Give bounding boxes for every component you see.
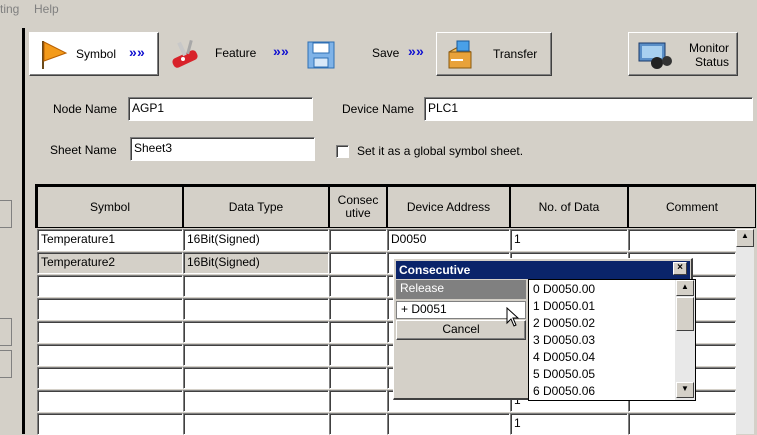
bit-address-item[interactable]: 4 D0050.04 bbox=[529, 349, 675, 366]
header-symbol[interactable]: Symbol bbox=[37, 186, 183, 228]
cell-consecutive[interactable] bbox=[329, 298, 387, 320]
cell-symbol[interactable] bbox=[37, 413, 183, 435]
monitor-label-line1: Monitor bbox=[688, 41, 729, 55]
cell-data-type[interactable] bbox=[183, 413, 329, 435]
next-arrow-icon: » bbox=[129, 44, 137, 60]
cell-symbol[interactable] bbox=[37, 275, 183, 297]
next-arrow-icon: » bbox=[416, 43, 424, 59]
bit-address-item[interactable]: 5 D0050.05 bbox=[529, 366, 675, 383]
cell-consecutive[interactable] bbox=[329, 275, 387, 297]
sheet-name-label: Sheet Name bbox=[50, 143, 117, 157]
cell-consecutive[interactable] bbox=[329, 413, 387, 435]
cell-data-type[interactable]: 16Bit(Signed) bbox=[183, 229, 329, 251]
node-name-label: Node Name bbox=[53, 102, 118, 116]
menu-setting[interactable]: ting bbox=[0, 2, 19, 16]
close-icon[interactable]: × bbox=[673, 262, 687, 275]
header-consecutive[interactable]: Consec utive bbox=[329, 186, 387, 228]
sheet-name-field[interactable]: Sheet3 bbox=[130, 137, 315, 161]
header-comment[interactable]: Comment bbox=[628, 186, 756, 228]
cell-device-address[interactable]: D0050 bbox=[387, 229, 510, 251]
cell-comment[interactable] bbox=[628, 229, 736, 251]
next-arrow-icon: » bbox=[137, 44, 145, 60]
binoculars-monitor-icon bbox=[638, 42, 672, 69]
cell-symbol[interactable] bbox=[37, 390, 183, 412]
left-edge-tab bbox=[0, 350, 12, 378]
scroll-up-icon[interactable]: ▲ bbox=[736, 229, 754, 247]
bit-address-item[interactable]: 6 D0050.06 bbox=[529, 383, 675, 400]
device-name-label: Device Name bbox=[342, 102, 415, 116]
cell-consecutive[interactable] bbox=[329, 344, 387, 366]
left-edge-tab bbox=[0, 200, 12, 228]
header-consecutive-line2: utive bbox=[345, 206, 371, 220]
cell-consecutive[interactable] bbox=[329, 367, 387, 389]
global-symbol-sheet-label: Set it as a global symbol sheet. bbox=[357, 144, 524, 158]
release-menu-item[interactable]: Release bbox=[396, 280, 526, 299]
bit-address-list[interactable]: 0 D0050.00 1 D0050.01 2 D0050.02 3 D0050.03… bbox=[528, 279, 696, 401]
cell-data-type[interactable] bbox=[183, 344, 329, 366]
cell-symbol[interactable] bbox=[37, 344, 183, 366]
save-step-button[interactable]: Save » » bbox=[302, 32, 430, 76]
left-border-line bbox=[22, 28, 25, 434]
cell-no-of-data[interactable]: 1 bbox=[510, 229, 628, 251]
swiss-knife-icon bbox=[172, 39, 198, 68]
cell-consecutive[interactable] bbox=[329, 229, 387, 251]
flag-icon bbox=[42, 41, 68, 69]
cell-comment[interactable] bbox=[628, 413, 736, 435]
scroll-up-icon[interactable]: ▲ bbox=[676, 280, 694, 296]
node-name-field[interactable]: AGP1 bbox=[128, 97, 313, 121]
bit-address-item[interactable]: 0 D0050.00 bbox=[529, 281, 675, 298]
left-edge-tab bbox=[0, 318, 12, 346]
cell-data-type[interactable] bbox=[183, 390, 329, 412]
table-scrollbar[interactable]: ▲ bbox=[736, 229, 754, 434]
cell-device-address[interactable] bbox=[387, 413, 510, 435]
bit-address-item[interactable]: 2 D0050.02 bbox=[529, 315, 675, 332]
cell-symbol[interactable] bbox=[37, 298, 183, 320]
monitor-label-line2: Status bbox=[694, 55, 729, 69]
transfer-box-icon bbox=[448, 40, 472, 69]
cell-data-type[interactable]: 16Bit(Signed) bbox=[183, 252, 329, 274]
menu-help[interactable]: Help bbox=[34, 2, 59, 16]
header-no-of-data[interactable]: No. of Data bbox=[510, 186, 628, 228]
symbol-step-button[interactable]: Symbol » » bbox=[29, 32, 159, 76]
cell-symbol[interactable] bbox=[37, 367, 183, 389]
cell-symbol[interactable]: Temperature1 bbox=[37, 229, 183, 251]
consecutive-popup: Consecutive × Release + D0051 Cancel 0 D… bbox=[393, 258, 696, 401]
header-data-type[interactable]: Data Type bbox=[183, 186, 329, 228]
cell-consecutive[interactable] bbox=[329, 390, 387, 412]
feature-step-label: Feature bbox=[215, 46, 257, 60]
global-symbol-sheet-checkbox[interactable] bbox=[336, 145, 349, 158]
feature-step-button[interactable]: Feature » » bbox=[160, 32, 296, 76]
bit-address-item[interactable]: 3 D0050.03 bbox=[529, 332, 675, 349]
mouse-cursor-icon bbox=[506, 307, 520, 327]
save-step-label: Save bbox=[372, 46, 400, 60]
cell-data-type[interactable] bbox=[183, 321, 329, 343]
cell-no-of-data[interactable]: 1 bbox=[510, 413, 628, 435]
transfer-step-label: Transfer bbox=[493, 47, 538, 61]
bit-address-item[interactable]: 1 D0050.01 bbox=[529, 298, 675, 315]
list-scrollbar[interactable]: ▲ ▼ bbox=[675, 280, 695, 400]
cell-consecutive[interactable] bbox=[329, 321, 387, 343]
cell-data-type[interactable] bbox=[183, 275, 329, 297]
header-device-address[interactable]: Device Address bbox=[387, 186, 510, 228]
cell-consecutive[interactable] bbox=[329, 252, 387, 274]
bit-address-items: 0 D0050.00 1 D0050.01 2 D0050.02 3 D0050.03… bbox=[529, 281, 675, 400]
device-name-field[interactable]: PLC1 bbox=[424, 97, 753, 121]
scroll-down-icon[interactable]: ▼ bbox=[676, 382, 694, 398]
cell-symbol[interactable] bbox=[37, 321, 183, 343]
next-arrow-icon: » bbox=[281, 43, 289, 59]
floppy-disk-icon bbox=[307, 41, 335, 69]
next-arrow-icon: » bbox=[273, 43, 281, 59]
next-arrow-icon: » bbox=[408, 43, 416, 59]
scroll-thumb[interactable] bbox=[676, 297, 694, 331]
cell-symbol[interactable]: Temperature2 bbox=[37, 252, 183, 274]
symbol-step-label: Symbol bbox=[76, 47, 117, 61]
popup-title-bar: Consecutive bbox=[396, 261, 690, 279]
monitor-status-button[interactable]: Monitor Status bbox=[628, 32, 738, 76]
menu-bar: ting Help bbox=[0, 0, 757, 20]
cell-data-type[interactable] bbox=[183, 367, 329, 389]
popup-title: Consecutive bbox=[399, 263, 471, 277]
transfer-step-button[interactable]: Transfer bbox=[436, 32, 552, 76]
cell-data-type[interactable] bbox=[183, 298, 329, 320]
